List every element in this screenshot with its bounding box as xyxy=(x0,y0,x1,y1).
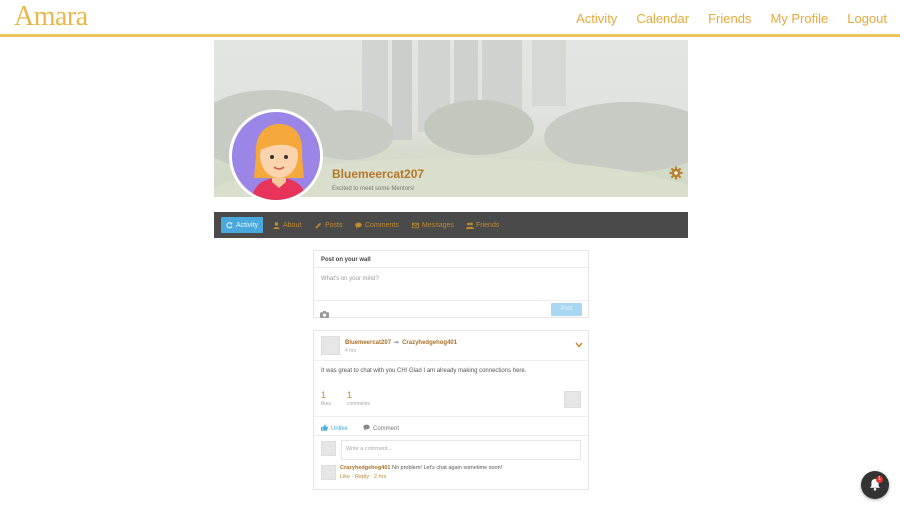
likes-stat[interactable]: 1 likes xyxy=(321,390,331,407)
tab-label: Comments xyxy=(365,221,399,229)
post-timestamp: 4 hrs xyxy=(345,348,357,354)
wall-post-input[interactable]: What's on your mind? xyxy=(321,276,379,282)
comment-icon xyxy=(363,424,370,433)
tab-label: Posts xyxy=(325,221,343,229)
users-icon xyxy=(466,222,474,229)
main-nav: Activity Calendar Friends My Profile Log… xyxy=(557,11,887,26)
author-avatar[interactable] xyxy=(321,336,340,355)
profile-username: Bluemeercat207 xyxy=(332,167,425,181)
app-logo[interactable]: Amara xyxy=(14,1,88,33)
unlike-label: Unlike xyxy=(331,425,348,432)
comment-button[interactable]: Comment xyxy=(363,424,399,433)
tab-comments[interactable]: Comments xyxy=(350,217,404,233)
profile-tagline: Excited to meet some Mentors! xyxy=(332,186,415,192)
tab-messages[interactable]: Messages xyxy=(407,217,459,233)
comment-meta: Like · Reply · 2 hrs xyxy=(340,474,386,480)
comment-input[interactable]: Write a comment... xyxy=(341,440,581,460)
camera-icon[interactable] xyxy=(320,305,329,318)
post-text: It was great to chat with you CH! Glad I… xyxy=(321,368,527,374)
comment-text: No problem! Let's chat again sometime so… xyxy=(391,465,503,471)
likes-label: likes xyxy=(321,401,332,407)
nav-friends[interactable]: Friends xyxy=(708,11,751,26)
post-header: Bluemeercat207 ➡ Crazyhedgehog401 xyxy=(345,339,457,347)
tab-label: About xyxy=(283,221,302,229)
comments-count: 1 xyxy=(347,390,353,400)
divider xyxy=(314,416,588,417)
tab-label: Activity xyxy=(236,221,259,229)
separator: · xyxy=(370,474,373,480)
nav-calendar[interactable]: Calendar xyxy=(636,11,689,26)
post-author-link[interactable]: Bluemeercat207 xyxy=(345,340,391,346)
refresh-icon xyxy=(226,221,233,229)
envelope-icon xyxy=(412,222,419,229)
comment-reply-link[interactable]: Reply xyxy=(355,474,369,480)
profile-avatar[interactable] xyxy=(229,109,323,203)
top-navbar: Amara Activity Calendar Friends My Profi… xyxy=(0,0,900,37)
current-user-avatar xyxy=(321,441,336,456)
comment-icon xyxy=(355,222,362,229)
likes-count: 1 xyxy=(321,390,327,400)
chevron-down-icon[interactable] xyxy=(575,335,583,348)
tab-about[interactable]: About xyxy=(268,217,306,233)
wall-post-footer: Post xyxy=(314,300,588,318)
tab-label: Friends xyxy=(476,221,500,229)
activity-post: Bluemeercat207 ➡ Crazyhedgehog401 4 hrs … xyxy=(313,330,589,490)
nav-logout[interactable]: Logout xyxy=(847,11,887,26)
commenter-avatar[interactable] xyxy=(321,465,336,480)
tab-label: Messages xyxy=(422,221,454,229)
liker-avatar[interactable] xyxy=(564,391,581,408)
comments-label: comments xyxy=(347,401,371,407)
arrow-right-icon: ➡ xyxy=(394,340,400,346)
comment-time: 2 hrs xyxy=(373,474,387,480)
pencil-icon xyxy=(315,222,322,229)
thumbs-up-icon xyxy=(321,424,328,433)
comment-like-link[interactable]: Like xyxy=(340,474,350,480)
nav-activity[interactable]: Activity xyxy=(576,11,617,26)
comment-author-link[interactable]: Crazyhedgehog401 xyxy=(340,465,390,471)
user-icon xyxy=(273,221,280,229)
post-recipient-link[interactable]: Crazyhedgehog401 xyxy=(402,340,457,346)
divider xyxy=(314,435,588,436)
tab-activity[interactable]: Activity xyxy=(221,217,264,233)
wall-post-box: Post on your wall What's on your mind? P… xyxy=(313,250,589,318)
notification-badge: 1 xyxy=(876,476,883,483)
comment-label: Comment xyxy=(373,425,400,432)
tab-friends[interactable]: Friends xyxy=(461,217,504,233)
notifications-button[interactable]: 1 xyxy=(861,471,889,499)
comment-body: Crazyhedgehog401 No problem! Let's chat … xyxy=(340,465,502,471)
separator: · xyxy=(351,474,354,480)
tab-posts[interactable]: Posts xyxy=(310,217,348,233)
post-button[interactable]: Post xyxy=(551,303,582,316)
unlike-button[interactable]: Unlike xyxy=(321,424,348,433)
divider xyxy=(314,360,588,361)
gear-icon[interactable] xyxy=(669,166,683,180)
nav-my-profile[interactable]: My Profile xyxy=(770,11,828,26)
profile-tabs: Activity About Posts Comments Messages F… xyxy=(214,212,688,238)
comments-stat[interactable]: 1 comments xyxy=(347,390,370,407)
wall-post-title: Post on your wall xyxy=(314,251,588,268)
